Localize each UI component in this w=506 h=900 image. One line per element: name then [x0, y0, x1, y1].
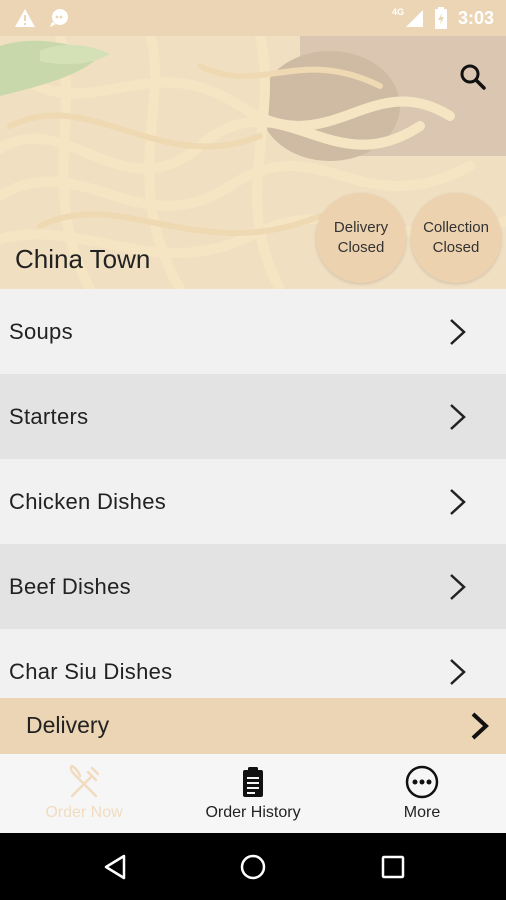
chevron-right-icon [450, 404, 466, 430]
signal-icon [405, 10, 423, 27]
battery-icon [434, 7, 447, 29]
nav-label: Order Now [45, 804, 123, 821]
menu-category-label: Char Siu Dishes [9, 658, 173, 684]
network-type: 4G [391, 7, 404, 17]
nav-order-history[interactable]: Order History [169, 754, 337, 833]
chevron-right-icon [450, 659, 466, 685]
order-mode-bar[interactable]: Delivery [0, 698, 506, 754]
more-dots-icon [405, 765, 439, 799]
menu-category-chicken-dishes[interactable]: Chicken Dishes [0, 459, 506, 544]
delivery-status-badge: Delivery Closed [316, 193, 406, 283]
menu-category-soups[interactable]: Soups [0, 289, 506, 374]
menu-category-label: Chicken Dishes [9, 488, 167, 514]
order-mode-label: Delivery [26, 712, 110, 738]
chevron-right-icon [450, 489, 466, 515]
menu-category-list: Soups Starters Chicken Dishes Beef Dishe… [0, 289, 506, 714]
search-icon [460, 64, 486, 90]
nav-label: More [403, 804, 441, 821]
menu-category-starters[interactable]: Starters [0, 374, 506, 459]
chat-bubble-icon [50, 9, 68, 27]
menu-category-label: Soups [9, 318, 73, 344]
home-icon[interactable] [238, 852, 268, 882]
status-bar: 4G 3:03 [0, 0, 506, 36]
menu-category-label: Starters [9, 403, 89, 429]
bottom-navigation: Order Now Order History More [0, 754, 506, 833]
nav-label: Order History [205, 804, 301, 821]
clipboard-icon [243, 767, 263, 797]
chevron-right-icon [471, 712, 489, 740]
fork-knife-icon [69, 764, 100, 798]
nav-order-now[interactable]: Order Now [0, 754, 168, 833]
recent-apps-icon[interactable] [378, 852, 408, 882]
collection-status-badge: Collection Closed [411, 193, 501, 283]
back-icon[interactable] [100, 852, 130, 882]
nav-more[interactable]: More [338, 754, 506, 833]
restaurant-name: China Town [15, 244, 151, 274]
delivery-status-label: Delivery Closed [333, 219, 389, 256]
menu-category-label: Beef Dishes [9, 573, 131, 599]
system-navigation-bar [0, 833, 506, 900]
status-time: 3:03 [457, 7, 494, 28]
search-button[interactable] [456, 60, 490, 94]
collection-status-label: Collection Closed [423, 219, 489, 256]
chevron-right-icon [450, 574, 466, 600]
restaurant-header: China Town Delivery Closed Collection Cl… [0, 36, 506, 289]
warning-icon [15, 9, 35, 27]
chevron-right-icon [450, 319, 466, 345]
menu-category-beef-dishes[interactable]: Beef Dishes [0, 544, 506, 629]
